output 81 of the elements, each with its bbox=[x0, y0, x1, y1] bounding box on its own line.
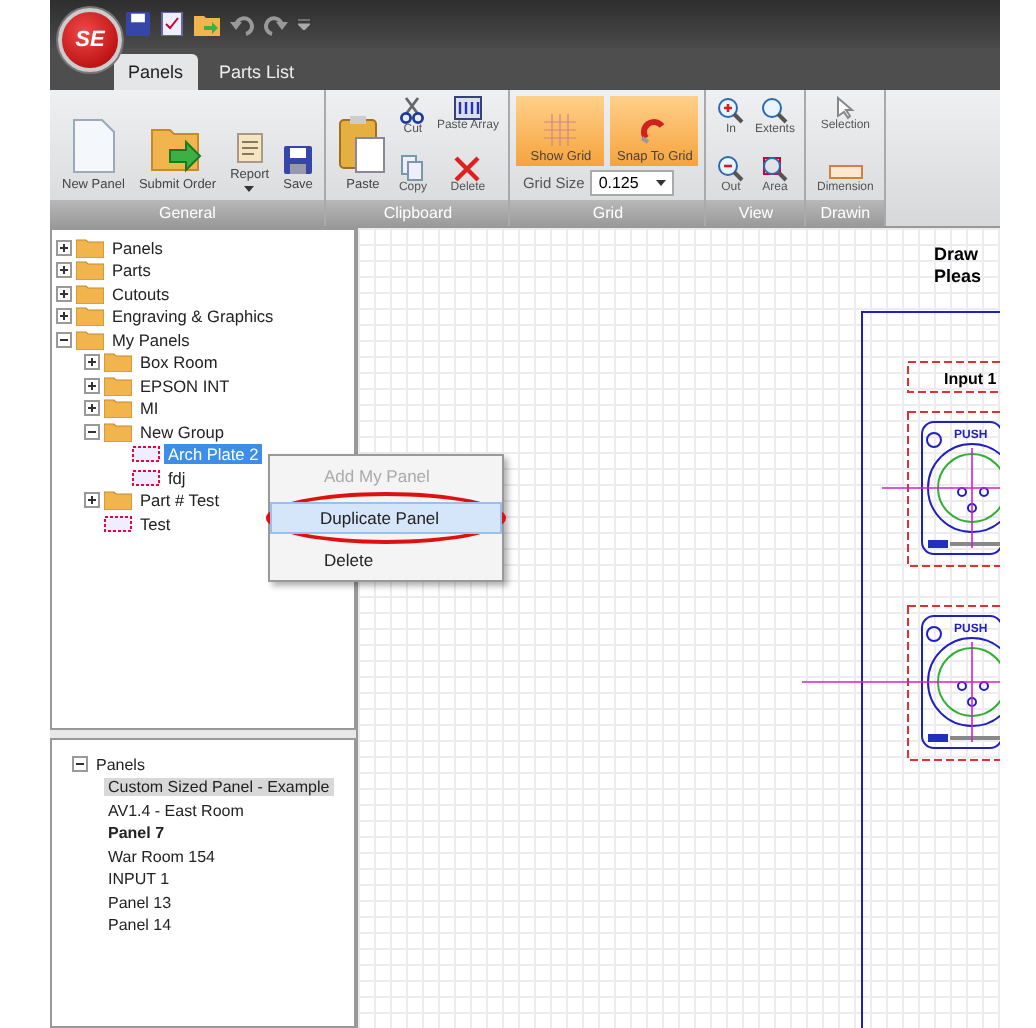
folder-icon bbox=[76, 260, 104, 281]
tree-item[interactable]: Panel 13 bbox=[104, 893, 176, 912]
undo-icon[interactable] bbox=[230, 13, 254, 35]
zoom-out-icon bbox=[716, 154, 745, 182]
grid-icon bbox=[544, 114, 577, 146]
tree-item[interactable]: Panel 7 bbox=[104, 824, 169, 843]
tree-item[interactable]: My Panels bbox=[108, 329, 194, 350]
caret-icon bbox=[656, 180, 667, 186]
connector-drawing bbox=[921, 421, 1000, 555]
pointer-icon bbox=[835, 96, 856, 120]
tree-item[interactable]: EPSON INT bbox=[136, 375, 234, 396]
expand-icon[interactable] bbox=[84, 400, 100, 417]
panel-icon bbox=[132, 444, 160, 465]
tree-item[interactable]: Box Room bbox=[136, 352, 222, 373]
tree-item[interactable]: Panel 14 bbox=[104, 916, 176, 935]
expand-icon[interactable] bbox=[56, 262, 72, 279]
grid-size-dropdown[interactable]: 0.125 bbox=[590, 170, 675, 196]
magnifier-icon bbox=[760, 96, 789, 124]
drawing-note: Draw bbox=[934, 244, 979, 264]
checklist-icon[interactable] bbox=[160, 12, 184, 36]
redo-icon[interactable] bbox=[264, 13, 288, 35]
report-icon bbox=[235, 132, 264, 164]
connector-drawing bbox=[921, 615, 1000, 749]
folder-icon bbox=[104, 421, 132, 442]
group-label: Clipboard bbox=[326, 200, 509, 226]
caret-icon bbox=[244, 186, 255, 192]
clipboard-icon bbox=[338, 114, 387, 174]
zoom-in-icon bbox=[716, 96, 745, 124]
expand-icon[interactable] bbox=[84, 492, 100, 509]
tree-item[interactable]: INPUT 1 bbox=[104, 870, 174, 889]
panel-icon bbox=[104, 513, 132, 534]
document-icon bbox=[71, 118, 116, 174]
ribbon-tab[interactable]: Parts List bbox=[205, 54, 309, 90]
group-label: View bbox=[706, 200, 805, 226]
zoom-area-icon bbox=[760, 154, 789, 182]
expand-icon[interactable] bbox=[56, 308, 72, 325]
tree-item[interactable]: Part # Test bbox=[136, 490, 224, 511]
menu-item[interactable]: Duplicate Panel bbox=[270, 502, 502, 534]
group-label: General bbox=[50, 200, 325, 226]
collapse-icon[interactable] bbox=[84, 423, 100, 440]
tree-item[interactable]: Custom Sized Panel - Example bbox=[104, 778, 334, 797]
tree-item[interactable]: Engraving & Graphics bbox=[108, 306, 278, 327]
folder-arrow-icon[interactable] bbox=[194, 12, 220, 36]
collapse-icon[interactable] bbox=[56, 331, 72, 348]
folder-icon bbox=[104, 398, 132, 419]
group-label: Drawin bbox=[806, 200, 884, 226]
folder-icon bbox=[104, 375, 132, 396]
tree-item[interactable]: Parts bbox=[108, 260, 155, 281]
tree-item[interactable]: War Room 154 bbox=[104, 847, 219, 866]
dropdown-icon[interactable] bbox=[298, 18, 310, 30]
expand-icon[interactable] bbox=[84, 354, 100, 371]
tree-item[interactable]: fdj bbox=[164, 467, 190, 488]
folder-icon bbox=[76, 329, 104, 350]
folder-icon bbox=[76, 283, 104, 304]
group-label: Input 1 bbox=[944, 370, 997, 388]
grid-array-icon bbox=[453, 96, 482, 120]
tree-item[interactable]: New Group bbox=[136, 421, 228, 442]
folder-icon bbox=[76, 237, 104, 258]
group-label: Grid bbox=[510, 200, 705, 226]
expand-icon[interactable] bbox=[56, 239, 72, 256]
scissors-icon bbox=[400, 96, 425, 124]
group-outline bbox=[907, 361, 1000, 393]
delete-icon bbox=[454, 156, 481, 182]
tree-item[interactable]: MI bbox=[136, 398, 163, 419]
tree-item[interactable]: AV1.4 - East Room bbox=[104, 801, 248, 820]
expand-icon[interactable] bbox=[56, 285, 72, 302]
tree-item[interactable]: Test bbox=[136, 513, 175, 534]
copy-icon bbox=[400, 154, 425, 182]
crosshair bbox=[881, 447, 1000, 549]
tree-item[interactable]: Cutouts bbox=[108, 283, 174, 304]
folder-icon bbox=[76, 306, 104, 327]
dimension-icon bbox=[827, 162, 864, 182]
panel-icon bbox=[132, 467, 160, 488]
folder-icon bbox=[104, 490, 132, 511]
tree-item[interactable]: Panels bbox=[108, 237, 167, 258]
tree-item[interactable]: Panels bbox=[92, 755, 149, 774]
drawing-note: Pleas bbox=[934, 266, 982, 286]
ribbon-tab[interactable]: Panels bbox=[114, 54, 198, 90]
collapse-icon[interactable] bbox=[72, 756, 88, 773]
expand-icon[interactable] bbox=[84, 377, 100, 394]
folder-icon bbox=[104, 352, 132, 373]
